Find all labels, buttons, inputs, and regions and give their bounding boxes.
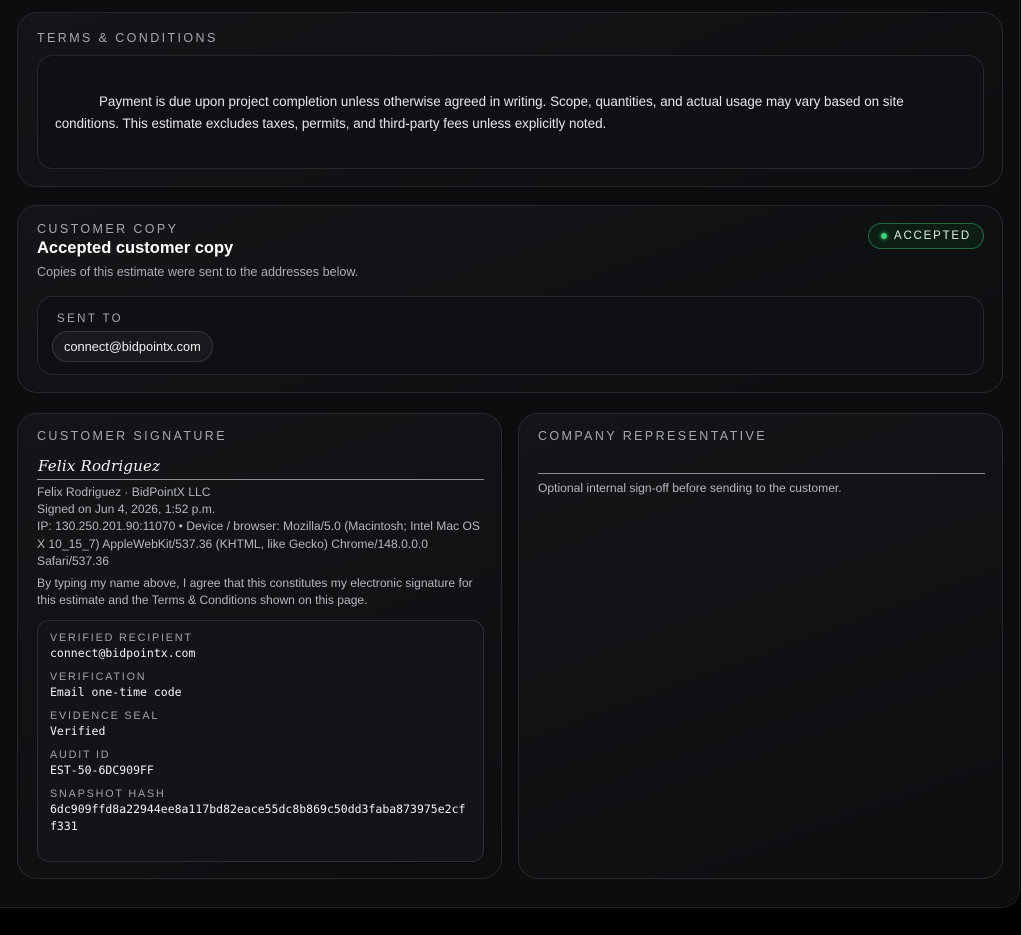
terms-body: Payment is due upon project completion u… [37,55,984,169]
recipient-email-chip[interactable]: connect@bidpointx.com [52,331,213,362]
evidence-box: VERIFIED RECIPIENT connect@bidpointx.com… [37,620,484,862]
status-badge: ACCEPTED [867,223,984,249]
status-badge-label: ACCEPTED [893,230,971,242]
terms-heading: TERMS & CONDITIONS [37,31,218,45]
customer-copy-title: Accepted customer copy [37,239,234,257]
evidence-label: SNAPSHOT HASH [50,788,166,800]
signed-on: Signed on Jun 4, 2026, 1:52 p.m. [37,502,216,517]
sent-to-label: SENT TO [57,313,124,325]
evidence-value: Email one-time code [50,685,182,699]
customer-signature-card: CUSTOMER SIGNATURE Felix Rodriguez Felix… [17,413,502,879]
evidence-label: VERIFIED RECIPIENT [50,632,193,644]
signature-consent: By typing my name above, I agree that th… [37,576,473,608]
sent-to-box: SENT TO connect@bidpointx.com [37,296,984,375]
signature-meta: Felix Rodriguez · BidPointX LLC Signed o… [37,484,487,570]
evidence-value: Verified [50,724,106,738]
representative-signature-line[interactable] [538,473,985,474]
representative-note: Optional internal sign-off before sendin… [538,481,842,495]
signature-script: Felix Rodriguez [38,457,161,475]
customer-copy-card: CUSTOMER COPY Accepted customer copy Cop… [17,205,1003,393]
company-representative-heading: COMPANY REPRESENTATIVE [538,429,767,443]
signature-line: Felix Rodriguez [37,457,484,480]
company-representative-card: COMPANY REPRESENTATIVE Optional internal… [518,413,1003,879]
terms-card: TERMS & CONDITIONS Payment is due upon p… [17,12,1003,187]
device-info: IP: 130.250.201.90:11070 • Device / brow… [37,519,480,568]
signer-line: Felix Rodriguez · BidPointX LLC [37,485,211,499]
evidence-label: EVIDENCE SEAL [50,710,160,722]
evidence-value: 6dc909ffd8a22944ee8a117bd82eace55dc8b869… [50,802,466,833]
evidence-value: EST-50-6DC909FF [50,763,154,777]
estimate-panel: TERMS & CONDITIONS Payment is due upon p… [0,0,1020,908]
customer-copy-eyebrow: CUSTOMER COPY [37,222,179,236]
customer-copy-description: Copies of this estimate were sent to the… [37,265,359,279]
customer-signature-heading: CUSTOMER SIGNATURE [37,429,227,443]
evidence-label: AUDIT ID [50,749,111,761]
evidence-label: VERIFICATION [50,671,147,683]
status-dot-icon [880,233,887,239]
evidence-value: connect@bidpointx.com [50,646,196,660]
